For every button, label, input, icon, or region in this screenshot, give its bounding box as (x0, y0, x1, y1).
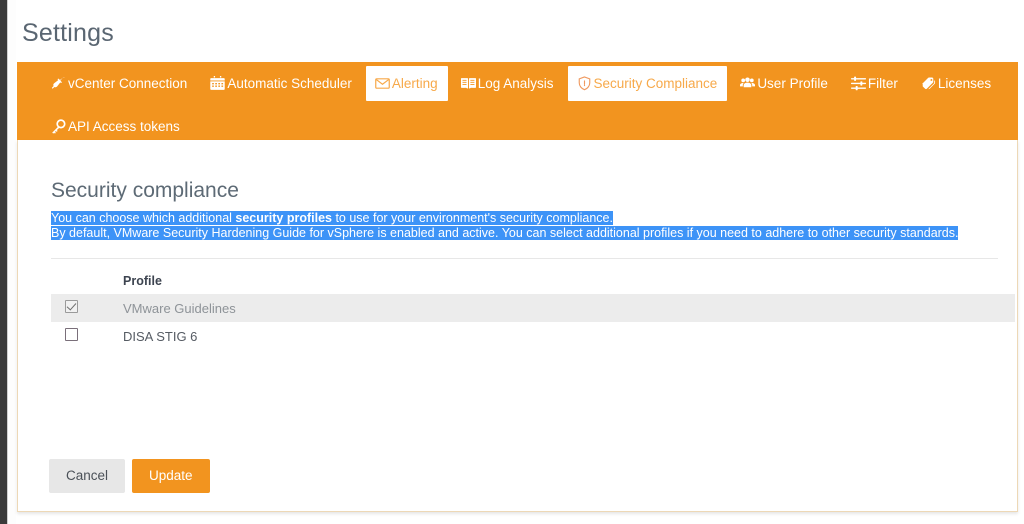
description-text-2: By default, VMware Security Hardening Gu… (51, 226, 959, 240)
tab-label: vCenter Connection (68, 76, 188, 91)
section-heading: Security compliance (51, 179, 239, 202)
plug-icon (51, 76, 66, 91)
row-checkbox-cell[interactable] (51, 322, 123, 350)
tab-label: Alerting (391, 76, 438, 91)
tabbar-row-primary: vCenter Connection Automatic Scheduler A… (17, 62, 1018, 105)
description-line-1: You can choose which additional security… (51, 211, 996, 226)
table-row[interactable]: VMware Guidelines (51, 294, 1015, 322)
tab-label: Licenses (937, 76, 992, 91)
tab-user-profile[interactable]: User Profile (731, 66, 838, 101)
tab-label: User Profile (757, 76, 828, 91)
key-icon (51, 119, 66, 134)
description-line-2: By default, VMware Security Hardening Gu… (51, 226, 996, 241)
tab-alerting[interactable]: Alerting (365, 66, 448, 101)
tab-label: Log Analysis (477, 76, 554, 91)
profile-checkbox-vmware-guidelines[interactable] (65, 300, 78, 313)
section-divider (51, 258, 998, 259)
column-header-select (51, 271, 123, 294)
tab-label: Security Compliance (593, 76, 718, 91)
shield-icon (577, 76, 592, 91)
profiles-table-body: VMware Guidelines DISA STIG 6 (51, 294, 1015, 350)
profile-checkbox-disa-stig-6[interactable] (65, 328, 78, 341)
profile-name: VMware Guidelines (123, 294, 1015, 322)
profiles-table-head: Profile (51, 271, 1015, 294)
description-text-a: You can choose which additional (51, 211, 236, 225)
form-actions: Cancel Update (49, 459, 210, 493)
tab-label: API Access tokens (68, 119, 180, 134)
row-checkbox-cell[interactable] (51, 294, 123, 322)
tab-security-compliance[interactable]: Security Compliance (567, 66, 728, 101)
sliders-icon (850, 76, 866, 91)
settings-page: Settings vCenter Connection Automatic Sc… (0, 0, 1024, 524)
tab-label: Automatic Scheduler (227, 76, 352, 91)
tab-automatic-scheduler[interactable]: Automatic Scheduler (201, 66, 362, 101)
description-text-bold: security profiles (235, 211, 332, 225)
window-left-gutter (8, 0, 16, 524)
security-compliance-panel: Security compliance You can choose which… (17, 140, 1018, 512)
tab-api-access-tokens[interactable]: API Access tokens (42, 109, 190, 144)
page-title: Settings (22, 19, 114, 47)
tab-licenses[interactable]: Licenses (912, 66, 1001, 101)
envelope-icon (375, 76, 390, 91)
tab-filter[interactable]: Filter (842, 66, 908, 101)
profiles-table: Profile VMware Guidelines DISA STIG 6 (51, 271, 1015, 350)
table-row[interactable]: DISA STIG 6 (51, 322, 1015, 350)
description-text-c: to use for your environment's security c… (331, 211, 613, 225)
profile-name: DISA STIG 6 (123, 328, 198, 344)
users-icon (740, 76, 756, 91)
update-button[interactable]: Update (132, 459, 210, 493)
calendar-icon (210, 76, 226, 91)
column-header-profile: Profile (123, 274, 162, 288)
book-icon (460, 76, 476, 91)
window-left-rail (0, 0, 8, 524)
table-header-row: Profile (51, 271, 1015, 294)
tags-icon (921, 76, 936, 91)
tab-vcenter-connection[interactable]: vCenter Connection (42, 66, 197, 101)
tab-log-analysis[interactable]: Log Analysis (452, 66, 564, 101)
section-description: You can choose which additional security… (51, 211, 996, 241)
cancel-button[interactable]: Cancel (49, 459, 126, 493)
tab-label: Filter (867, 76, 898, 91)
